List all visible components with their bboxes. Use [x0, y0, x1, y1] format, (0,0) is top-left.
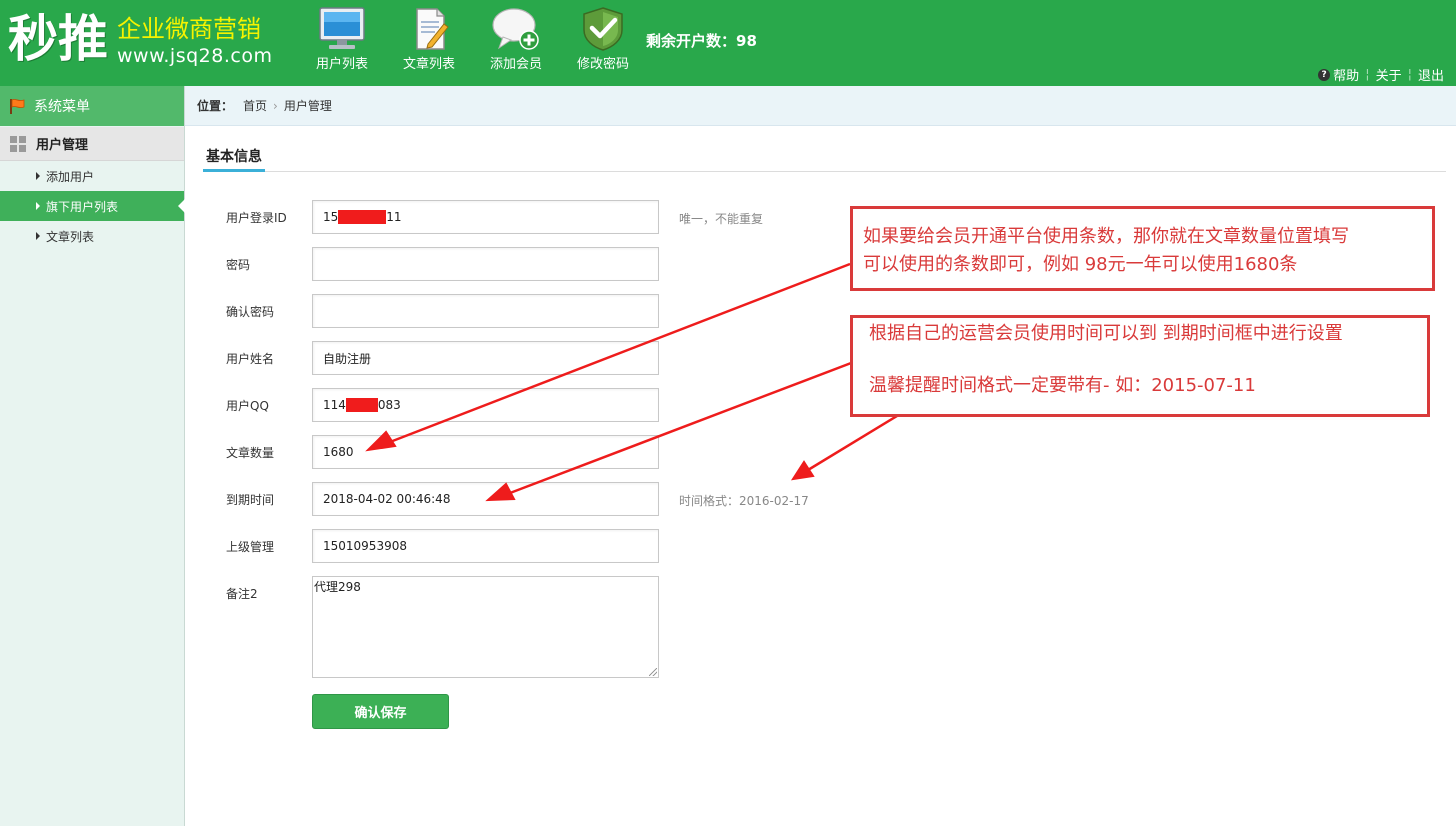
field-label: 密码: [226, 258, 251, 272]
login-id-input[interactable]: 15 11: [312, 200, 659, 234]
login-id-value-start: 15: [323, 210, 339, 224]
form-row-qq: 用户QQ 114 083: [226, 388, 826, 422]
nav-change-password[interactable]: 修改密码: [568, 6, 638, 76]
nav-label: 文章列表: [402, 57, 455, 72]
sidebar-title-label: 系统菜单: [34, 99, 90, 115]
qq-value-start: 114: [323, 398, 346, 412]
divider: ¦: [1407, 67, 1412, 82]
sidebar-item-article-list[interactable]: 文章列表: [0, 221, 184, 251]
resize-handle[interactable]: [649, 668, 657, 676]
redaction-mark: [338, 210, 387, 224]
breadcrumb-prefix: 位置：: [197, 99, 234, 113]
sidebar-group-user-management[interactable]: 用户管理: [0, 127, 184, 161]
sidebar-title: 系统菜单: [0, 86, 184, 126]
field-label: 用户登录ID: [226, 211, 287, 225]
redaction-mark: [345, 398, 378, 412]
triangle-right-icon: [36, 202, 40, 210]
logout-link[interactable]: 退出: [1418, 65, 1444, 84]
form-row-expire-time: 到期时间 2018-04-02 00:46:48 时间格式：2016-02-17: [226, 482, 826, 516]
sidebar-group-label: 用户管理: [36, 138, 89, 153]
nav-label: 添加会员: [489, 57, 542, 72]
sidebar-item-add-user[interactable]: 添加用户: [0, 161, 184, 191]
form-row-confirm-password: 确认密码: [226, 294, 826, 328]
field-label: 备注2: [226, 587, 258, 601]
monitor-icon: [319, 7, 365, 49]
remaining-accounts: 剩余开户数：98: [646, 32, 757, 50]
logo-slogan: 企业微商营销: [117, 15, 261, 43]
breadcrumb-home[interactable]: 首页: [243, 97, 267, 114]
note-text: 温馨提醒时间格式一定要带有- 如：2015-07-11: [869, 375, 1256, 396]
add-chat-icon: [492, 8, 539, 50]
save-button[interactable]: 确认保存: [312, 694, 449, 729]
tab-basic-info[interactable]: 基本信息: [203, 140, 265, 172]
divider: ¦: [1365, 67, 1370, 82]
help-link[interactable]: 帮助: [1333, 65, 1359, 84]
field-label: 用户QQ: [226, 399, 269, 413]
field-label: 上级管理: [226, 540, 275, 554]
nav-label: 修改密码: [576, 57, 629, 72]
form-row-password: 密码: [226, 247, 826, 281]
breadcrumb-separator: ›: [273, 98, 278, 113]
annotation-note-article-count: 如果要给会员开通平台使用条数，那你就在文章数量位置填写 可以使用的条数即可，例如…: [850, 206, 1435, 291]
sidebar-item-label: 添加用户: [46, 169, 95, 184]
note-text: 可以使用的条数即可，例如 98元一年可以使用1680条: [863, 254, 1298, 275]
form-row-article-count: 文章数量 1680: [226, 435, 826, 469]
document-edit-icon: [416, 8, 449, 50]
sidebar: 系统菜单 用户管理 添加用户 旗下用户列表 文章列表: [0, 86, 185, 826]
sidebar-item-label: 文章列表: [46, 229, 95, 244]
logo-text: 秒推: [8, 10, 108, 68]
password-input[interactable]: [312, 247, 659, 281]
note-text: 如果要给会员开通平台使用条数，那你就在文章数量位置填写: [863, 226, 1349, 247]
field-label: 文章数量: [226, 446, 275, 460]
qq-input[interactable]: 114 083: [312, 388, 659, 422]
remark-textarea[interactable]: 代理298: [312, 576, 659, 678]
qq-value-end: 083: [377, 398, 401, 412]
tab-bar: 基本信息: [203, 140, 1446, 172]
remark-value: 代理298: [314, 580, 361, 594]
triangle-right-icon: [36, 172, 40, 180]
name-input[interactable]: 自助注册: [312, 341, 659, 375]
manager-input[interactable]: 15010953908: [312, 529, 659, 563]
annotation-note-expire-time: 根据自己的运营会员使用时间可以到 到期时间框中进行设置 温馨提醒时间格式一定要带…: [850, 315, 1430, 417]
expire-time-hint: 时间格式：2016-02-17: [679, 494, 809, 508]
shield-check-icon: [583, 7, 623, 51]
flag-icon: [10, 99, 25, 114]
nav-add-member[interactable]: 添加会员: [481, 6, 551, 76]
field-label: 确认密码: [226, 305, 275, 319]
field-label: 到期时间: [226, 493, 275, 507]
grid-icon: [10, 135, 26, 152]
note-text: 根据自己的运营会员使用时间可以到 到期时间框中进行设置: [869, 323, 1343, 344]
form-row-name: 用户姓名 自助注册: [226, 341, 826, 375]
breadcrumb: 位置： 首页 › 用户管理: [185, 86, 1456, 126]
nav-user-list[interactable]: 用户列表: [307, 6, 377, 76]
confirm-password-input[interactable]: [312, 294, 659, 328]
top-header: 秒推 企业微商营销 www.jsq28.com 用户列表 文章列表 添加会员 修…: [0, 0, 1456, 86]
article-count-input[interactable]: 1680: [312, 435, 659, 469]
top-links: ? 帮助 ¦ 关于 ¦ 退出: [1318, 65, 1444, 84]
nav-label: 用户列表: [315, 57, 368, 72]
logo-url: www.jsq28.com: [117, 45, 273, 67]
form-row-login-id: 用户登录ID 15 11 唯一，不能重复: [226, 200, 826, 234]
field-label: 用户姓名: [226, 352, 275, 366]
sidebar-item-sub-user-list[interactable]: 旗下用户列表: [0, 191, 185, 221]
nav-article-list[interactable]: 文章列表: [394, 6, 464, 76]
sidebar-item-label: 旗下用户列表: [46, 199, 119, 214]
form-row-manager: 上级管理 15010953908: [226, 529, 826, 563]
expire-time-input[interactable]: 2018-04-02 00:46:48: [312, 482, 659, 516]
about-link[interactable]: 关于: [1376, 65, 1402, 84]
help-icon: ?: [1318, 68, 1331, 81]
login-id-value-end: 11: [386, 210, 402, 224]
triangle-right-icon: [36, 232, 40, 240]
login-id-hint: 唯一，不能重复: [679, 212, 764, 226]
breadcrumb-current: 用户管理: [283, 99, 332, 113]
